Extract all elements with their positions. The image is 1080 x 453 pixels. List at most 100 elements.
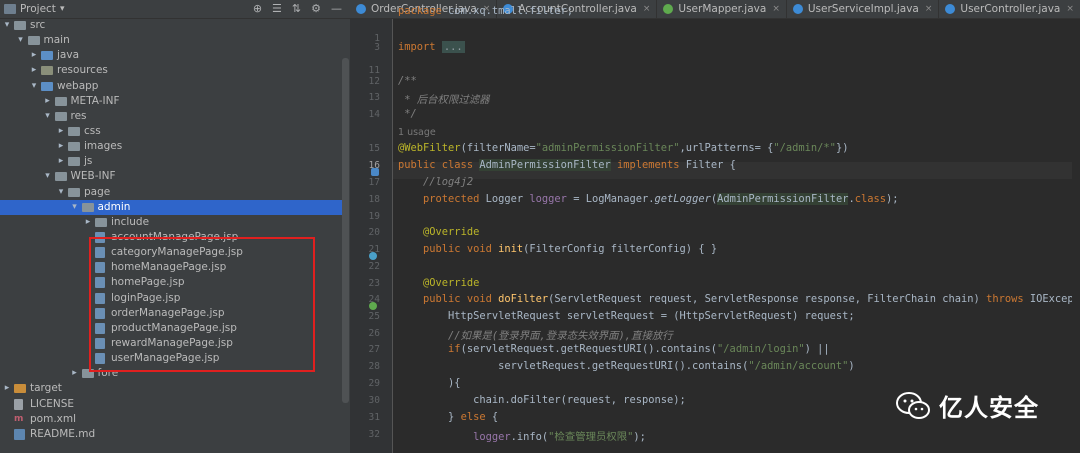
- implements-gutter-icon[interactable]: [371, 168, 379, 176]
- code-line: * 后台权限过滤器: [398, 94, 490, 106]
- tree-item-page[interactable]: ▾ page: [0, 185, 342, 200]
- chevron-down-icon[interactable]: ▾: [56, 185, 66, 200]
- project-view-selector[interactable]: Project ▾: [4, 3, 64, 15]
- project-toolbar: ⊕ ☰ ⇅ ⚙ —: [253, 2, 342, 15]
- tree-item-label: target: [30, 382, 62, 395]
- collapse-all-icon[interactable]: ☰: [272, 2, 282, 15]
- chevron-down-icon[interactable]: ▾: [29, 79, 39, 94]
- chevron-right-icon[interactable]: ▸: [56, 139, 66, 154]
- tree-item-label: main: [43, 34, 70, 47]
- tree-item-java[interactable]: ▸ java: [0, 48, 342, 63]
- folder-icon: [27, 36, 40, 46]
- line-number: 28: [368, 361, 380, 372]
- tree-item-target[interactable]: ▸ target: [0, 381, 342, 396]
- code-line: /**: [398, 75, 417, 87]
- line-number: 12: [368, 76, 380, 87]
- chevron-right-icon[interactable]: ▸: [29, 63, 39, 78]
- folder-icon: [68, 157, 80, 167]
- code-line: public class AdminPermissionFilter imple…: [398, 159, 736, 171]
- project-panel: Project ▾ ⊕ ☰ ⇅ ⚙ — ▾ src ▾ main ▸ java ▸ resou…: [0, 0, 350, 453]
- chevron-right-icon[interactable]: ▸: [83, 215, 93, 230]
- watermark-text: 亿人安全: [939, 394, 1039, 422]
- chevron-right-icon[interactable]: ▸: [29, 48, 39, 63]
- line-number: 14: [368, 109, 380, 120]
- chevron-down-icon[interactable]: ▾: [70, 200, 80, 215]
- code-line: 1 usage: [398, 127, 436, 138]
- chevron-down-icon[interactable]: ▾: [16, 33, 26, 48]
- tree-item-web-inf[interactable]: ▾ WEB-INF: [0, 169, 342, 184]
- tree-item-css[interactable]: ▸ css: [0, 124, 342, 139]
- chevron-down-icon[interactable]: ▾: [2, 18, 12, 33]
- tree-item-include[interactable]: ▸ include: [0, 215, 342, 230]
- folder-icon: [54, 172, 67, 182]
- folder-icon: [54, 96, 67, 106]
- gear-icon[interactable]: ⚙: [311, 2, 321, 15]
- editor-scrollbar[interactable]: [1072, 19, 1080, 453]
- code-line: @WebFilter(filterName="adminPermissionFi…: [398, 142, 849, 154]
- chevron-down-icon[interactable]: ▾: [43, 109, 53, 124]
- chevron-right-icon[interactable]: ▸: [2, 381, 12, 396]
- tree-item-label: page: [84, 185, 111, 198]
- tree-item-pom-xml[interactable]: m pom.xml: [0, 412, 342, 427]
- tree-item-images[interactable]: ▸ images: [0, 139, 342, 154]
- tree-item-readme-md[interactable]: README.md: [0, 427, 342, 442]
- folder-icon: [41, 81, 53, 91]
- folder-icon: [68, 187, 80, 197]
- code-line: servletRequest.getRequestURI().contains(…: [398, 360, 855, 372]
- tree-item-label: include: [111, 215, 150, 228]
- chevron-right-icon[interactable]: ▸: [56, 154, 66, 169]
- code-line: protected Logger logger = LogManager.get…: [423, 193, 899, 205]
- locate-file-icon[interactable]: ⊕: [253, 2, 262, 15]
- tree-item-admin[interactable]: ▾ admin: [0, 199, 342, 215]
- override-gutter-icon[interactable]: [369, 252, 377, 260]
- chevron-right-icon[interactable]: ▸: [70, 366, 80, 381]
- line-number: 3: [374, 42, 380, 53]
- expand-all-icon[interactable]: ⇅: [292, 2, 301, 15]
- tree-item-js[interactable]: ▸ js: [0, 154, 342, 169]
- project-scrollbar[interactable]: [342, 58, 349, 403]
- tree-item-label: images: [84, 140, 123, 153]
- highlight-box: [89, 237, 315, 372]
- tree-item-label: admin: [97, 200, 131, 213]
- tab-usermapper-java[interactable]: UserMapper.java ×: [657, 0, 787, 18]
- interface-icon: [663, 4, 674, 14]
- tree-item-label: pom.xml: [30, 412, 77, 425]
- chevron-right-icon[interactable]: ▸: [56, 124, 66, 139]
- code-line: @Override: [423, 226, 480, 238]
- override-gutter-icon[interactable]: [369, 302, 377, 310]
- tab-usercontroller-java[interactable]: UserController.java ×: [939, 0, 1080, 18]
- chevron-down-icon[interactable]: ▾: [43, 169, 53, 184]
- tab-label: UserMapper.java: [678, 3, 767, 15]
- tree-item-webapp[interactable]: ▾ webapp: [0, 79, 342, 94]
- tab-userserviceimpl-java[interactable]: UserServiceImpl.java ×: [787, 0, 940, 18]
- markdown-file-icon: [14, 428, 25, 440]
- code-line: public void doFilter(ServletRequest requ…: [423, 293, 1080, 305]
- tree-item-src[interactable]: ▾ src: [0, 18, 342, 33]
- code-line: logger.info("检查管理员权限");: [473, 431, 646, 443]
- project-panel-title: Project: [20, 3, 56, 15]
- code-line: //log4j2: [423, 176, 474, 188]
- line-number: 31: [368, 412, 380, 423]
- code-line: @Override: [423, 277, 480, 289]
- close-icon[interactable]: ×: [1066, 4, 1074, 14]
- close-icon[interactable]: ×: [772, 4, 780, 14]
- folder-icon: [41, 51, 53, 61]
- chevron-right-icon[interactable]: ▸: [43, 94, 53, 109]
- folder-icon: [14, 384, 26, 394]
- folder-icon: [81, 202, 94, 212]
- ide-window: Project ▾ ⊕ ☰ ⇅ ⚙ — ▾ src ▾ main ▸ java ▸ resou…: [0, 0, 1080, 453]
- hide-icon[interactable]: —: [331, 2, 342, 15]
- code-line: chain.doFilter(request, response);: [398, 394, 686, 406]
- close-icon[interactable]: ×: [643, 4, 651, 14]
- tree-item-label: META-INF: [70, 94, 120, 107]
- wechat-logo-icon: [896, 391, 930, 419]
- tree-item-resources[interactable]: ▸ resources: [0, 63, 342, 78]
- tree-item-res[interactable]: ▾ res: [0, 109, 342, 124]
- code-line: if(servletRequest.getRequestURI().contai…: [448, 343, 830, 355]
- close-icon[interactable]: ×: [925, 4, 933, 14]
- tree-item-meta-inf[interactable]: ▸ META-INF: [0, 94, 342, 109]
- tree-item-main[interactable]: ▾ main: [0, 33, 342, 48]
- tree-item-license[interactable]: LICENSE: [0, 397, 342, 412]
- line-number: 17: [368, 177, 380, 188]
- code-line: HttpServletRequest servletRequest = (Htt…: [398, 310, 855, 322]
